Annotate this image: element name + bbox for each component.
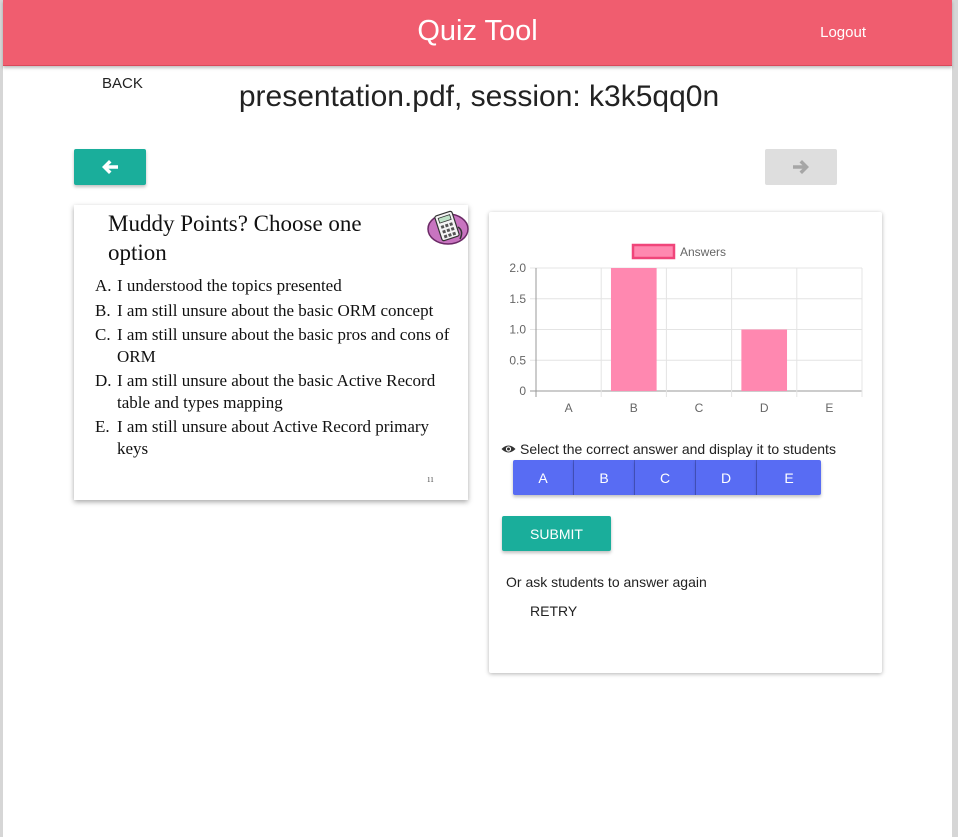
y-tick-label: 1.0: [509, 323, 526, 337]
results-panel: 0 0.5 1.0 1.5 2.0 A B C D E Answers Select the cor…: [489, 212, 882, 673]
prompt-text: Select the correct answer and display it…: [520, 441, 836, 457]
list-item: B. I am still unsure about the basic ORM …: [95, 300, 455, 322]
slide-title: Muddy Points? Choose one option: [108, 211, 362, 265]
y-tick-label: 1.5: [509, 292, 526, 306]
answer-button-a[interactable]: A: [513, 460, 574, 495]
arrow-right-icon: [793, 160, 809, 174]
x-tick-label: A: [565, 401, 573, 415]
x-tick-label: B: [630, 401, 638, 415]
bar-b: [610, 268, 657, 391]
option-letter: E.: [95, 417, 110, 436]
option-letter: B.: [95, 300, 111, 320]
slide-preview: Muddy Points? Choose one option A. I unde…: [74, 205, 469, 500]
answer-button-d[interactable]: D: [696, 460, 757, 495]
x-tick-label: C: [695, 401, 704, 415]
ask-again-text: Or ask students to answer again: [506, 574, 707, 590]
legend-swatch: [631, 243, 676, 260]
y-tick-label: 0: [519, 384, 526, 398]
top-app-bar: Quiz Tool Logout: [3, 0, 952, 66]
select-answer-prompt: Select the correct answer and display it…: [501, 441, 836, 457]
option-letter: C.: [95, 325, 111, 344]
option-text: I am still unsure about Active Record pr…: [117, 417, 430, 458]
answers-bar-chart: 0 0.5 1.0 1.5 2.0 A B C D E Answers: [509, 243, 863, 415]
bar-d: [741, 329, 788, 391]
list-item: A. I understood the topics presented: [95, 275, 455, 297]
answer-button-c[interactable]: C: [635, 460, 696, 495]
option-text: I am still unsure about the basic Active…: [117, 371, 436, 412]
submit-button[interactable]: SUBMIT: [502, 516, 611, 551]
previous-slide-button[interactable]: [74, 149, 146, 185]
app-title: Quiz Tool: [417, 15, 538, 47]
logout-link[interactable]: Logout: [820, 24, 866, 41]
calculator-sticker-icon: [427, 210, 469, 245]
answer-button-b[interactable]: B: [574, 460, 635, 495]
answer-button-group: A B C D E: [513, 460, 821, 495]
y-tick-label: 0.5: [509, 353, 526, 367]
list-item: D. I am still unsure about the basic Acti…: [95, 370, 455, 413]
option-text: I understood the topics presented: [117, 276, 342, 295]
x-tick-label: D: [760, 401, 769, 415]
slide-page-number: 11: [427, 476, 434, 484]
x-tick-label: E: [825, 401, 833, 415]
slide-options-list: A. I understood the topics presented B. I …: [95, 275, 455, 462]
next-slide-button[interactable]: [765, 149, 837, 185]
list-item: C. I am still unsure about the basic pros…: [95, 324, 455, 367]
y-tick-label: 2.0: [509, 261, 526, 275]
page-title: presentation.pdf, session: k3k5qq0n: [238, 80, 720, 113]
option-text: I am still unsure about the basic pros a…: [117, 325, 450, 366]
eye-icon: [501, 445, 516, 453]
option-letter: D.: [95, 371, 112, 390]
arrow-left-icon: [102, 160, 118, 174]
option-letter: A.: [95, 276, 112, 295]
answer-button-e[interactable]: E: [757, 460, 821, 495]
retry-button[interactable]: RETRY: [530, 603, 577, 619]
legend-label: Answers: [680, 245, 726, 259]
option-text: I am still unsure about the basic ORM co…: [117, 300, 434, 320]
list-item: E. I am still unsure about Active Record …: [95, 416, 455, 459]
